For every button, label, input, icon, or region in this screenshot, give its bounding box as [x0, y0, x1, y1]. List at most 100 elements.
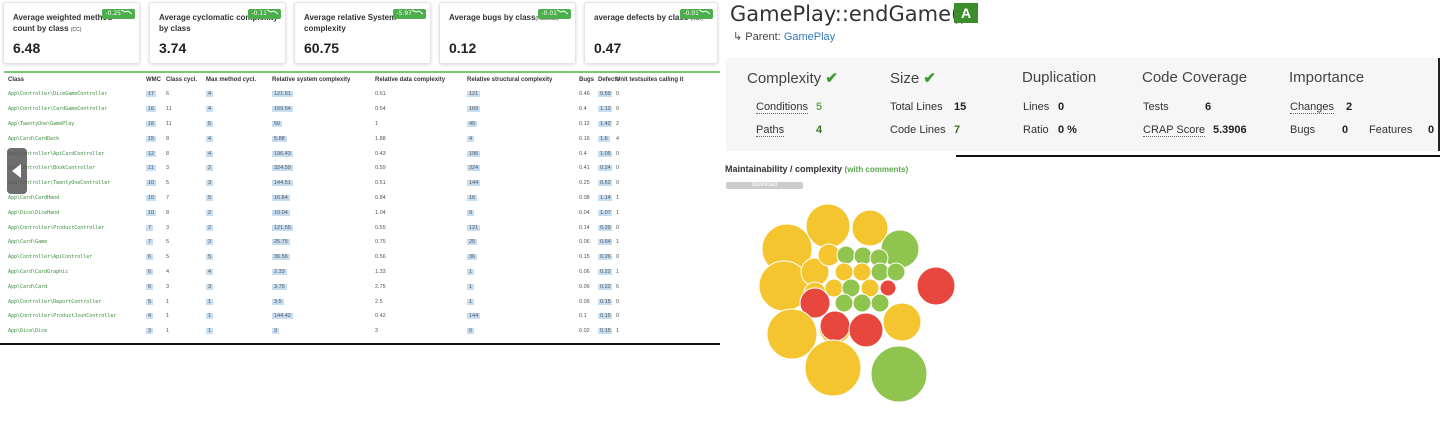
class-name-cell[interactable]: App\Dice\DiceHand [4, 205, 142, 220]
total-lines-value: 15 [954, 101, 967, 113]
class-name-cell[interactable]: App\TwentyOne\GamePlay [4, 117, 142, 132]
cell-value: 1.42 [598, 120, 612, 127]
class-name-cell[interactable]: App\Card\CardGraphic [4, 265, 142, 280]
coverage-heading: Code Coverage [1142, 69, 1248, 86]
table-row[interactable]: App\Controller\ProductController 7 3 2 121.5… [4, 220, 720, 235]
table-row[interactable]: App\Card\Card 6 3 3 3.75 2.75 1 0.06 0.22 6 [4, 279, 720, 294]
class-bubble[interactable] [870, 262, 890, 282]
table-row[interactable]: App\Card\CardHand 10 7 5 16.84 0.84 16 0.08 1.14… [4, 191, 720, 206]
metric-card-bugs[interactable]: Average bugs by class(Halstead) -0.01 0.… [439, 2, 576, 64]
card-value: 0.47 [594, 40, 622, 56]
table-row[interactable]: App\TwentyOne\GamePlay 16 11 5 50 1 49 0.12 1.42… [4, 117, 720, 132]
column-header[interactable]: Class cycl. [162, 73, 202, 87]
sidebar-toggle-button[interactable] [7, 148, 27, 194]
cell-value: App\Card\Game [8, 239, 48, 246]
cell-value: 0.61 [375, 91, 386, 98]
cell-value: 0.16 [579, 135, 590, 142]
metric-cell: 1.33 [371, 265, 463, 280]
metric-cell: 5 [202, 191, 268, 206]
class-name-cell[interactable]: App\Card\CardDeck [4, 131, 142, 146]
parent-link[interactable]: GamePlay [784, 31, 835, 43]
column-header[interactable]: Relative structural complexity [463, 73, 575, 87]
class-bubble[interactable] [848, 312, 884, 348]
class-bubble[interactable] [805, 203, 851, 249]
class-bubble[interactable] [834, 293, 854, 313]
table-row[interactable]: App\Dice\DiceHand 10 8 2 10.04 1.04 9 0.04 1.07 1 [4, 205, 720, 220]
class-bubble[interactable] [834, 262, 854, 282]
with-comments-link[interactable]: (with comments) [845, 165, 909, 174]
paths-label[interactable]: Paths [756, 124, 785, 137]
metric-cell: 4 [202, 102, 268, 117]
class-name-cell[interactable]: App\Controller\ProductController [4, 220, 142, 235]
metric-cell: 3 [371, 324, 463, 339]
cell-value: 16 [146, 120, 157, 127]
table-row[interactable]: App\Controller\ApiController 6 5 5 36.56 0.56… [4, 250, 720, 265]
table-row[interactable]: App\Card\CardDeck 15 8 4 5.88 1.88 4 0.16 1.6 4 [4, 131, 720, 146]
column-header[interactable]: Max method cycl. [202, 73, 268, 87]
metric-cell: 3 [162, 161, 202, 176]
cell-value: 0.64 [598, 239, 612, 246]
table-row[interactable]: App\Card\Game 7 5 3 25.75 0.75 25 0.06 0.64 1 [4, 235, 720, 250]
cell-value: App\Controller\CardGameController [8, 106, 108, 113]
metric-card-system-complexity[interactable]: Average relative System complexity -5.97… [294, 2, 431, 64]
table-row[interactable]: App\Controller\BookController 11 3 2 324.59 0… [4, 161, 720, 176]
cell-value: 6 [616, 283, 620, 290]
maintainability-panel: Maintainability / complexity (with comme… [720, 157, 956, 417]
class-bubble[interactable] [870, 293, 890, 313]
column-header[interactable]: Class [4, 73, 142, 87]
table-row[interactable]: App\Controller\ApiCardController 12 8 4 196.… [4, 146, 720, 161]
conditions-label[interactable]: Conditions [756, 101, 808, 114]
class-name-cell[interactable]: App\Controller\ReportController [4, 294, 142, 309]
class-bubble[interactable] [836, 245, 856, 265]
column-header[interactable]: WMC [142, 73, 162, 87]
class-bubble[interactable] [886, 262, 906, 282]
class-bubble[interactable] [853, 246, 873, 266]
column-header[interactable]: Unit testsuites calling it [612, 73, 720, 87]
class-bubble[interactable] [879, 279, 897, 297]
class-bubble[interactable] [852, 293, 872, 313]
class-name-cell[interactable]: App\Controller\ProductJsonController [4, 309, 142, 324]
class-name-cell[interactable]: App\Card\Game [4, 235, 142, 250]
column-header[interactable]: Relative system complexity [268, 73, 371, 87]
class-bubble[interactable] [870, 345, 928, 403]
class-bubble[interactable] [819, 310, 851, 342]
table-row[interactable]: App\Controller\TwentyOneController 10 5 3 14… [4, 176, 720, 191]
class-name-cell[interactable]: App\Controller\ApiController [4, 250, 142, 265]
metric-cell: 2.75 [371, 279, 463, 294]
cell-value: App\Dice\Dice [8, 328, 48, 335]
table-row[interactable]: App\Controller\DiceGameController 17 6 4 121… [4, 87, 720, 102]
cell-value: 1.14 [598, 194, 612, 201]
class-bubble[interactable] [916, 266, 956, 306]
column-header[interactable]: Defects [594, 73, 620, 87]
metric-card-cyclomatic[interactable]: Average cyclomatic complexity by class -… [149, 2, 286, 64]
cell-value: 0 [616, 224, 620, 231]
cell-value: 15 [146, 135, 157, 142]
metric-cell: 0 [612, 102, 720, 117]
bugs-label: Bugs [1290, 124, 1316, 136]
table-row[interactable]: App\Controller\ProductJsonController 4 1 1 1… [4, 309, 720, 324]
column-header[interactable]: Relative data complexity [371, 73, 463, 87]
class-bubble[interactable] [852, 262, 872, 282]
class-name-cell[interactable]: App\Dice\Dice [4, 324, 142, 339]
metric-cell: 196.43 [268, 146, 371, 161]
bugs-value: 0 [1342, 124, 1349, 136]
table-row[interactable]: App\Dice\Dice 3 1 1 3 3 0 0.02 0.15 1 [4, 324, 720, 339]
column-header[interactable]: Bugs [575, 73, 594, 87]
class-bubble[interactable] [882, 302, 922, 342]
size-heading: Size ✔ [890, 69, 936, 87]
class-name-cell[interactable]: App\Controller\CardGameController [4, 102, 142, 117]
class-name-cell[interactable]: App\Controller\DiceGameController [4, 87, 142, 102]
metric-card-wmc[interactable]: Average weighted method count by class (… [3, 2, 140, 64]
cell-value: 0.4 [579, 106, 587, 113]
class-bubble[interactable] [804, 339, 862, 397]
crap-score-label[interactable]: CRAP Score [1143, 124, 1206, 137]
table-row[interactable]: App\Card\CardGraphic 6 4 4 2.33 1.33 1 0.06 0.22… [4, 265, 720, 280]
table-row[interactable]: App\Controller\CardGameController 16 11 4 16… [4, 102, 720, 117]
table-row[interactable]: App\Controller\ReportController 5 1 1 3.5 2.5… [4, 294, 720, 309]
class-name-cell[interactable]: App\Card\Card [4, 279, 142, 294]
metric-card-defects[interactable]: average defects by class (Kan) -0.01 0.4… [584, 2, 718, 64]
cell-value: 0.06 [579, 239, 590, 246]
download-button[interactable]: download [726, 182, 803, 189]
class-bubble[interactable] [766, 308, 818, 360]
changes-label[interactable]: Changes [1290, 101, 1335, 114]
